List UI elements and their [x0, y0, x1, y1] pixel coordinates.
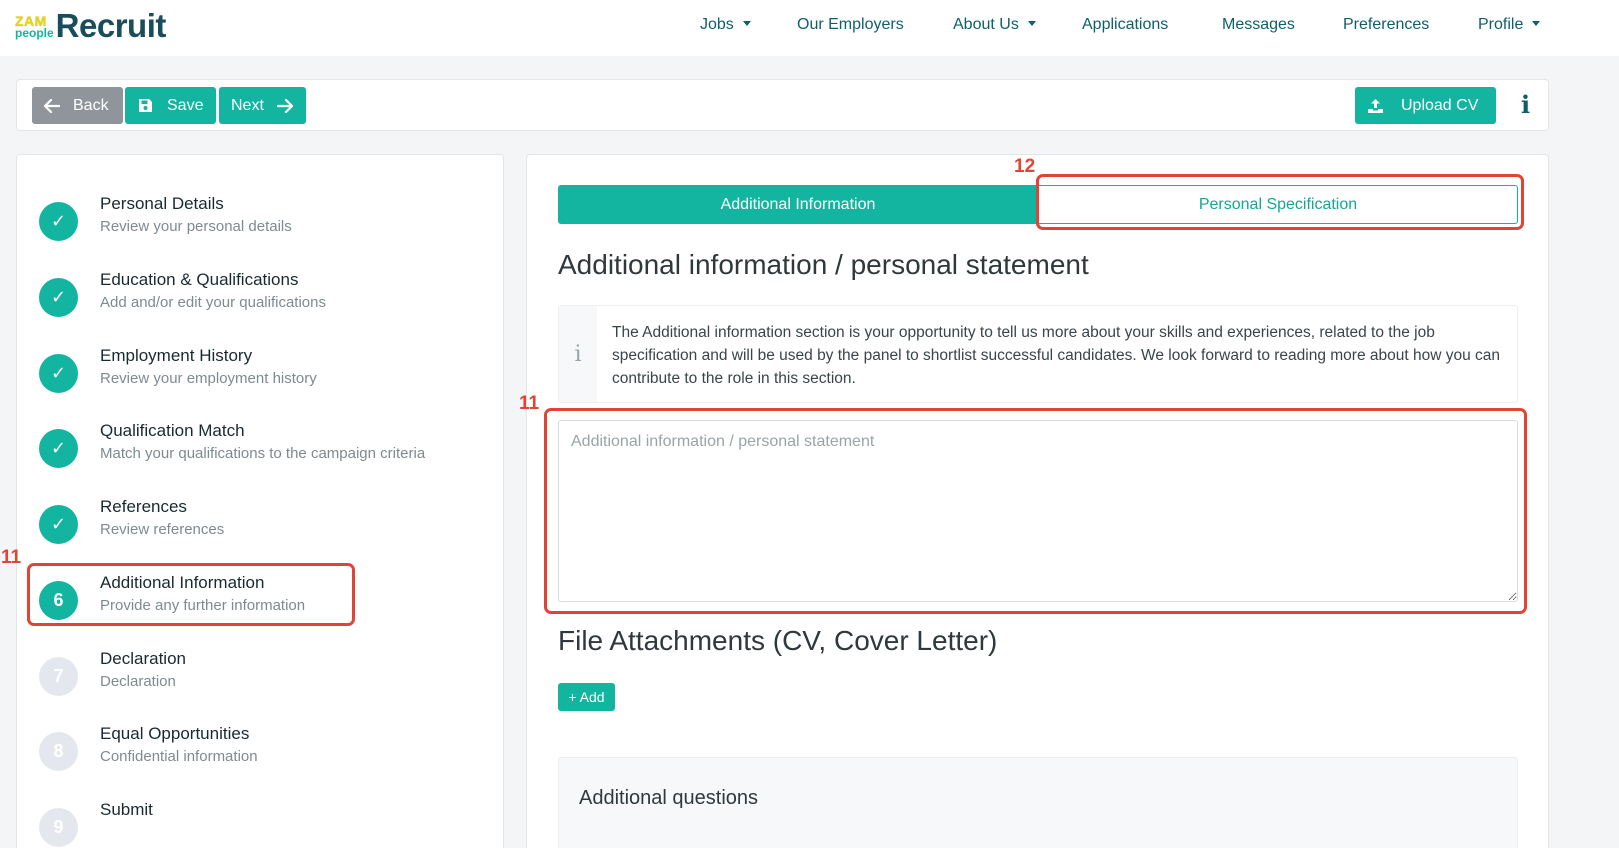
info-callout: i The Additional information section is … — [558, 305, 1518, 403]
additional-questions-heading: Additional questions — [579, 787, 759, 809]
nav-our-employers[interactable]: Our Employers — [797, 16, 904, 34]
step-additional-information[interactable]: 6 Additional Information Provide any fur… — [39, 573, 499, 633]
nav-profile-label: Profile — [1478, 16, 1524, 33]
chevron-down-icon — [742, 21, 751, 26]
logo-wordmark: Recruit — [55, 7, 167, 44]
nav-about-us[interactable]: About Us — [953, 16, 1036, 34]
step-number-badge: 8 — [39, 732, 78, 771]
nav-preferences[interactable]: Preferences — [1343, 16, 1429, 34]
check-icon: ✓ — [39, 202, 78, 241]
step-title: Declaration — [100, 649, 186, 668]
step-equal-opportunities[interactable]: 8 Equal Opportunities Confidential infor… — [39, 724, 499, 784]
nav-profile[interactable]: Profile — [1478, 16, 1541, 34]
nav-about-us-label: About Us — [953, 16, 1019, 33]
nav-preferences-label: Preferences — [1343, 16, 1430, 33]
logo-people-text: people — [15, 25, 54, 40]
step-title: Personal Details — [100, 194, 224, 213]
check-icon: ✓ — [39, 429, 78, 468]
check-icon: ✓ — [39, 354, 78, 393]
save-button[interactable]: Save — [125, 87, 216, 124]
step-subtitle: Provide any further information — [100, 597, 306, 614]
step-subtitle: Review your personal details — [100, 218, 292, 235]
info-icon: i — [559, 306, 597, 402]
additional-questions-card: Additional questions — [558, 757, 1518, 848]
step-personal-details[interactable]: ✓ Personal Details Review your personal … — [39, 194, 499, 254]
annotation-label: 12 — [1014, 156, 1036, 177]
nav-messages[interactable]: Messages — [1222, 16, 1295, 34]
step-title: Submit — [100, 800, 153, 819]
floppy-disk-icon — [139, 99, 152, 112]
chevron-down-icon — [1532, 21, 1541, 26]
step-subtitle: Review references — [100, 521, 225, 538]
action-toolbar: Back Save Next Upload CV i — [16, 79, 1549, 131]
section-tabs: Additional Information Personal Specific… — [558, 185, 1518, 224]
step-subtitle: Confidential information — [100, 748, 258, 765]
nav-jobs-label: Jobs — [700, 16, 734, 33]
step-number-badge: 6 — [39, 581, 78, 620]
check-icon: ✓ — [39, 278, 78, 317]
back-button-label: Back — [73, 96, 109, 114]
step-education-qualifications[interactable]: ✓ Education & Qualifications Add and/or … — [39, 270, 499, 330]
step-submit[interactable]: 9 Submit — [39, 800, 499, 848]
personal-statement-textarea[interactable] — [558, 420, 1518, 602]
step-employment-history[interactable]: ✓ Employment History Review your employm… — [39, 346, 499, 406]
step-title: Equal Opportunities — [100, 724, 250, 743]
step-title: References — [100, 497, 187, 516]
check-icon: ✓ — [39, 505, 78, 544]
back-button[interactable]: Back — [32, 87, 123, 124]
info-icon[interactable]: i — [1521, 90, 1530, 119]
nav-messages-label: Messages — [1222, 16, 1295, 33]
save-button-label: Save — [167, 96, 204, 114]
nav-jobs[interactable]: Jobs — [700, 16, 751, 34]
nav-applications[interactable]: Applications — [1082, 16, 1168, 34]
page-title: Additional information / personal statem… — [558, 249, 1089, 280]
arrow-right-icon — [276, 98, 293, 113]
main-content-panel: Additional Information Personal Specific… — [526, 154, 1549, 848]
step-title: Additional Information — [100, 573, 265, 592]
step-title: Employment History — [100, 346, 253, 365]
application-steps-panel: ✓ Personal Details Review your personal … — [16, 154, 504, 848]
arrow-left-icon — [44, 98, 60, 113]
step-subtitle: Add and/or edit your qualifications — [100, 294, 326, 311]
tab-personal-specification[interactable]: Personal Specification — [1038, 185, 1518, 224]
step-number-badge: 7 — [39, 657, 78, 696]
step-subtitle: Match your qualifications to the campaig… — [100, 445, 426, 462]
brand-logo[interactable]: ZAM people Recruit — [15, 7, 166, 45]
upload-cv-button[interactable]: Upload CV — [1355, 87, 1496, 124]
upload-cv-label: Upload CV — [1401, 96, 1479, 114]
attachments-heading: File Attachments (CV, Cover Letter) — [558, 625, 998, 656]
step-subtitle: Declaration — [100, 673, 176, 690]
step-title: Qualification Match — [100, 421, 245, 440]
step-title: Education & Qualifications — [100, 270, 299, 289]
step-declaration[interactable]: 7 Declaration Declaration — [39, 649, 499, 709]
nav-our-employers-label: Our Employers — [797, 16, 904, 33]
info-callout-text: The Additional information section is yo… — [612, 324, 1501, 387]
next-button-label: Next — [231, 96, 264, 114]
add-attachment-button[interactable]: + Add — [558, 683, 615, 711]
annotation-label: 11 — [519, 393, 540, 414]
top-navbar: ZAM people Recruit Jobs Our Employers Ab… — [0, 0, 1619, 56]
step-references[interactable]: ✓ References Review references — [39, 497, 499, 557]
chevron-down-icon — [1027, 21, 1036, 26]
logo-mark: ZAM people — [15, 14, 54, 39]
tab-additional-information[interactable]: Additional Information — [558, 185, 1038, 224]
nav-applications-label: Applications — [1082, 16, 1169, 33]
step-subtitle: Review your employment history — [100, 370, 317, 387]
step-qualification-match[interactable]: ✓ Qualification Match Match your qualifi… — [39, 421, 499, 481]
annotation-label: 11 — [1, 547, 22, 568]
upload-icon — [1368, 98, 1383, 113]
next-button[interactable]: Next — [219, 87, 306, 124]
step-number-badge: 9 — [39, 808, 78, 847]
